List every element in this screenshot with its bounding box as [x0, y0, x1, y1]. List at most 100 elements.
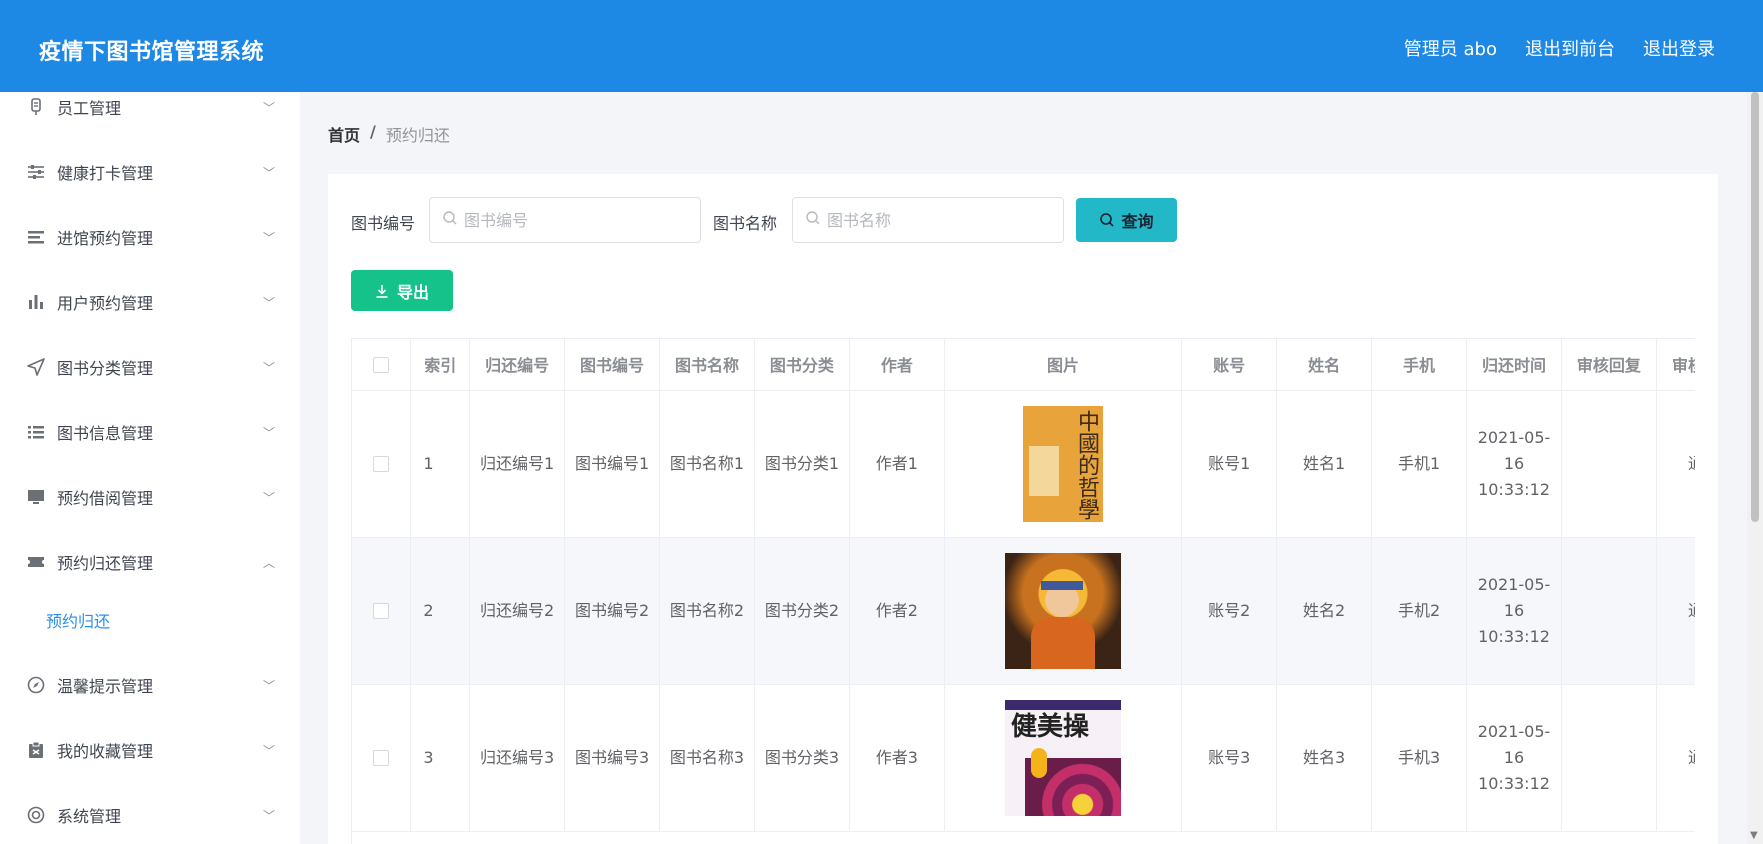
return-no-cell: 归还编号2	[469, 537, 566, 685]
clipboard-icon	[27, 741, 45, 759]
book-no-input[interactable]	[464, 198, 694, 242]
chevron-down-icon: ﹀	[263, 490, 276, 505]
sidebar-item-health-checkin[interactable]: 健康打卡管理 ﹀	[0, 147, 300, 197]
sidebar-item-label: 健康打卡管理	[57, 164, 154, 183]
book-cover-title: 健美操	[1011, 711, 1090, 742]
chevron-down-icon: ﹀	[263, 425, 276, 440]
row-checkbox[interactable]	[373, 603, 390, 619]
book-no-cell: 图书编号1	[564, 390, 661, 538]
breadcrumb-separator: /	[370, 122, 376, 141]
sidebar-subitem-return[interactable]: 预约归还	[0, 595, 300, 645]
chevron-down-icon: ﹀	[263, 295, 276, 310]
chevron-down-icon: ﹀	[263, 230, 276, 245]
sidebar-item-borrow-reservation[interactable]: 预约借阅管理 ﹀	[0, 472, 300, 522]
return-no-cell: 归还编号3	[469, 684, 566, 832]
account-cell: 账号1	[1181, 390, 1278, 538]
return-time-cell: 2021-05-16 10:33:12	[1466, 537, 1562, 685]
page-scrollbar[interactable]: ▼	[1747, 92, 1763, 844]
column-header: 归还时间	[1466, 339, 1562, 391]
column-header: 图书编号	[564, 339, 661, 391]
select-all-checkbox[interactable]	[373, 357, 390, 374]
sidebar-item-label: 图书分类管理	[57, 359, 154, 378]
scrollbar-thumb[interactable]	[1751, 92, 1759, 522]
category-cell: 图书分类2	[754, 537, 850, 685]
book-no-cell: 图书编号2	[564, 537, 661, 685]
phone-cell: 手机3	[1371, 684, 1468, 832]
name-cell: 姓名2	[1276, 537, 1373, 685]
book-cover-image[interactable]: 健美操	[1005, 699, 1122, 816]
return-table: 索引 归还编号 图书编号 图书名称 图书分类 作者 图片 账号 姓名 手机 归还…	[351, 338, 1695, 844]
book-cover-image[interactable]	[1005, 552, 1122, 669]
employee-icon	[27, 98, 45, 116]
sidebar-subitem-label: 预约归还	[46, 612, 111, 631]
row-checkbox[interactable]	[373, 750, 390, 766]
return-time-cell: 2021-05-16 10:33:12	[1466, 684, 1562, 832]
sidebar-item-book-category[interactable]: 图书分类管理 ﹀	[0, 342, 300, 392]
scroll-down-arrow-icon[interactable]: ▼	[1750, 830, 1758, 841]
sidebar-item-return-reservation[interactable]: 预约归还管理 ︿	[0, 537, 300, 587]
row-select-cell	[352, 684, 412, 832]
book-no-label: 图书编号	[351, 214, 416, 233]
list-icon	[27, 228, 45, 246]
sidebar-item-tips[interactable]: 温馨提示管理 ﹀	[0, 660, 300, 710]
return-no-cell: 归还编号1	[469, 390, 566, 538]
bar-chart-icon	[27, 293, 45, 311]
table-row: 2 归还编号2 图书编号2 图书名称2 图书分类2 作者2 账号2 姓名2 手机…	[352, 537, 1695, 685]
table-row: 1 归还编号1 图书编号1 图书名称1 图书分类1 作者1 中國的哲學 账号1 …	[352, 390, 1695, 538]
top-header: 疫情下图书馆管理系统 管理员 abo 退出到前台 退出登录	[0, 0, 1763, 92]
column-header: 图片	[944, 339, 1183, 391]
author-cell: 作者3	[849, 684, 945, 832]
admin-user-link[interactable]: 管理员 abo	[1404, 35, 1497, 61]
column-header: 索引	[410, 339, 471, 391]
column-header: 手机	[1371, 339, 1468, 391]
back-to-front-link[interactable]: 退出到前台	[1525, 35, 1615, 61]
category-cell: 图书分类3	[754, 684, 850, 832]
search-icon	[806, 211, 820, 225]
book-name-field	[792, 197, 1064, 243]
lifebuoy-icon	[27, 806, 45, 824]
column-header: 图书名称	[659, 339, 755, 391]
column-header: 账号	[1181, 339, 1278, 391]
logout-link[interactable]: 退出登录	[1643, 35, 1715, 61]
name-cell: 姓名1	[1276, 390, 1373, 538]
book-name-input[interactable]	[827, 198, 1057, 242]
column-header: 姓名	[1276, 339, 1373, 391]
sidebar-item-entry-reservation[interactable]: 进馆预约管理 ﹀	[0, 212, 300, 262]
breadcrumb-current: 预约归还	[385, 126, 450, 145]
monitor-icon	[27, 488, 45, 506]
chevron-down-icon: ﹀	[263, 100, 276, 115]
query-button[interactable]: 查询	[1076, 198, 1177, 242]
sidebar: 员工管理 ﹀ 健康打卡管理 ﹀ 进馆预约管理 ﹀ 用户预约管理 ﹀ 图书分类管理…	[0, 92, 300, 844]
column-header: 审核状态	[1656, 339, 1695, 391]
sidebar-item-system[interactable]: 系统管理 ﹀	[0, 790, 300, 840]
chevron-down-icon: ﹀	[263, 743, 276, 758]
row-select-cell	[352, 390, 412, 538]
phone-cell: 手机2	[1371, 537, 1468, 685]
row-checkbox[interactable]	[373, 456, 390, 472]
sidebar-item-employee[interactable]: 员工管理 ﹀	[0, 92, 300, 132]
ticket-icon	[27, 553, 45, 571]
row-select-cell	[352, 537, 412, 685]
chevron-down-icon: ﹀	[263, 165, 276, 180]
book-name-cell: 图书名称1	[659, 390, 755, 538]
sidebar-item-label: 系统管理	[57, 807, 122, 826]
breadcrumb-home[interactable]: 首页	[328, 122, 360, 146]
export-button-label: 导出	[396, 282, 429, 302]
account-cell: 账号2	[1181, 537, 1278, 685]
chevron-down-icon: ﹀	[263, 360, 276, 375]
book-cover-image[interactable]: 中國的哲學	[1023, 405, 1104, 522]
content-panel: 图书编号 图书名称 查询 导出 索引 归还编号 图书编号 图书名称	[328, 174, 1718, 844]
return-time-cell: 2021-05-16 10:33:12	[1466, 390, 1562, 538]
index-cell: 2	[410, 537, 471, 685]
sidebar-item-book-info[interactable]: 图书信息管理 ﹀	[0, 407, 300, 457]
sidebar-item-user-reservation[interactable]: 用户预约管理 ﹀	[0, 277, 300, 327]
send-icon	[27, 358, 45, 376]
status-cell: 通过	[1656, 390, 1695, 538]
book-name-label: 图书名称	[713, 214, 778, 233]
sidebar-item-favorites[interactable]: 我的收藏管理 ﹀	[0, 725, 300, 775]
cover-cell	[944, 537, 1183, 685]
index-cell: 3	[410, 684, 471, 832]
list-detail-icon	[27, 423, 45, 441]
export-button[interactable]: 导出	[351, 270, 453, 311]
book-name-cell: 图书名称3	[659, 684, 755, 832]
